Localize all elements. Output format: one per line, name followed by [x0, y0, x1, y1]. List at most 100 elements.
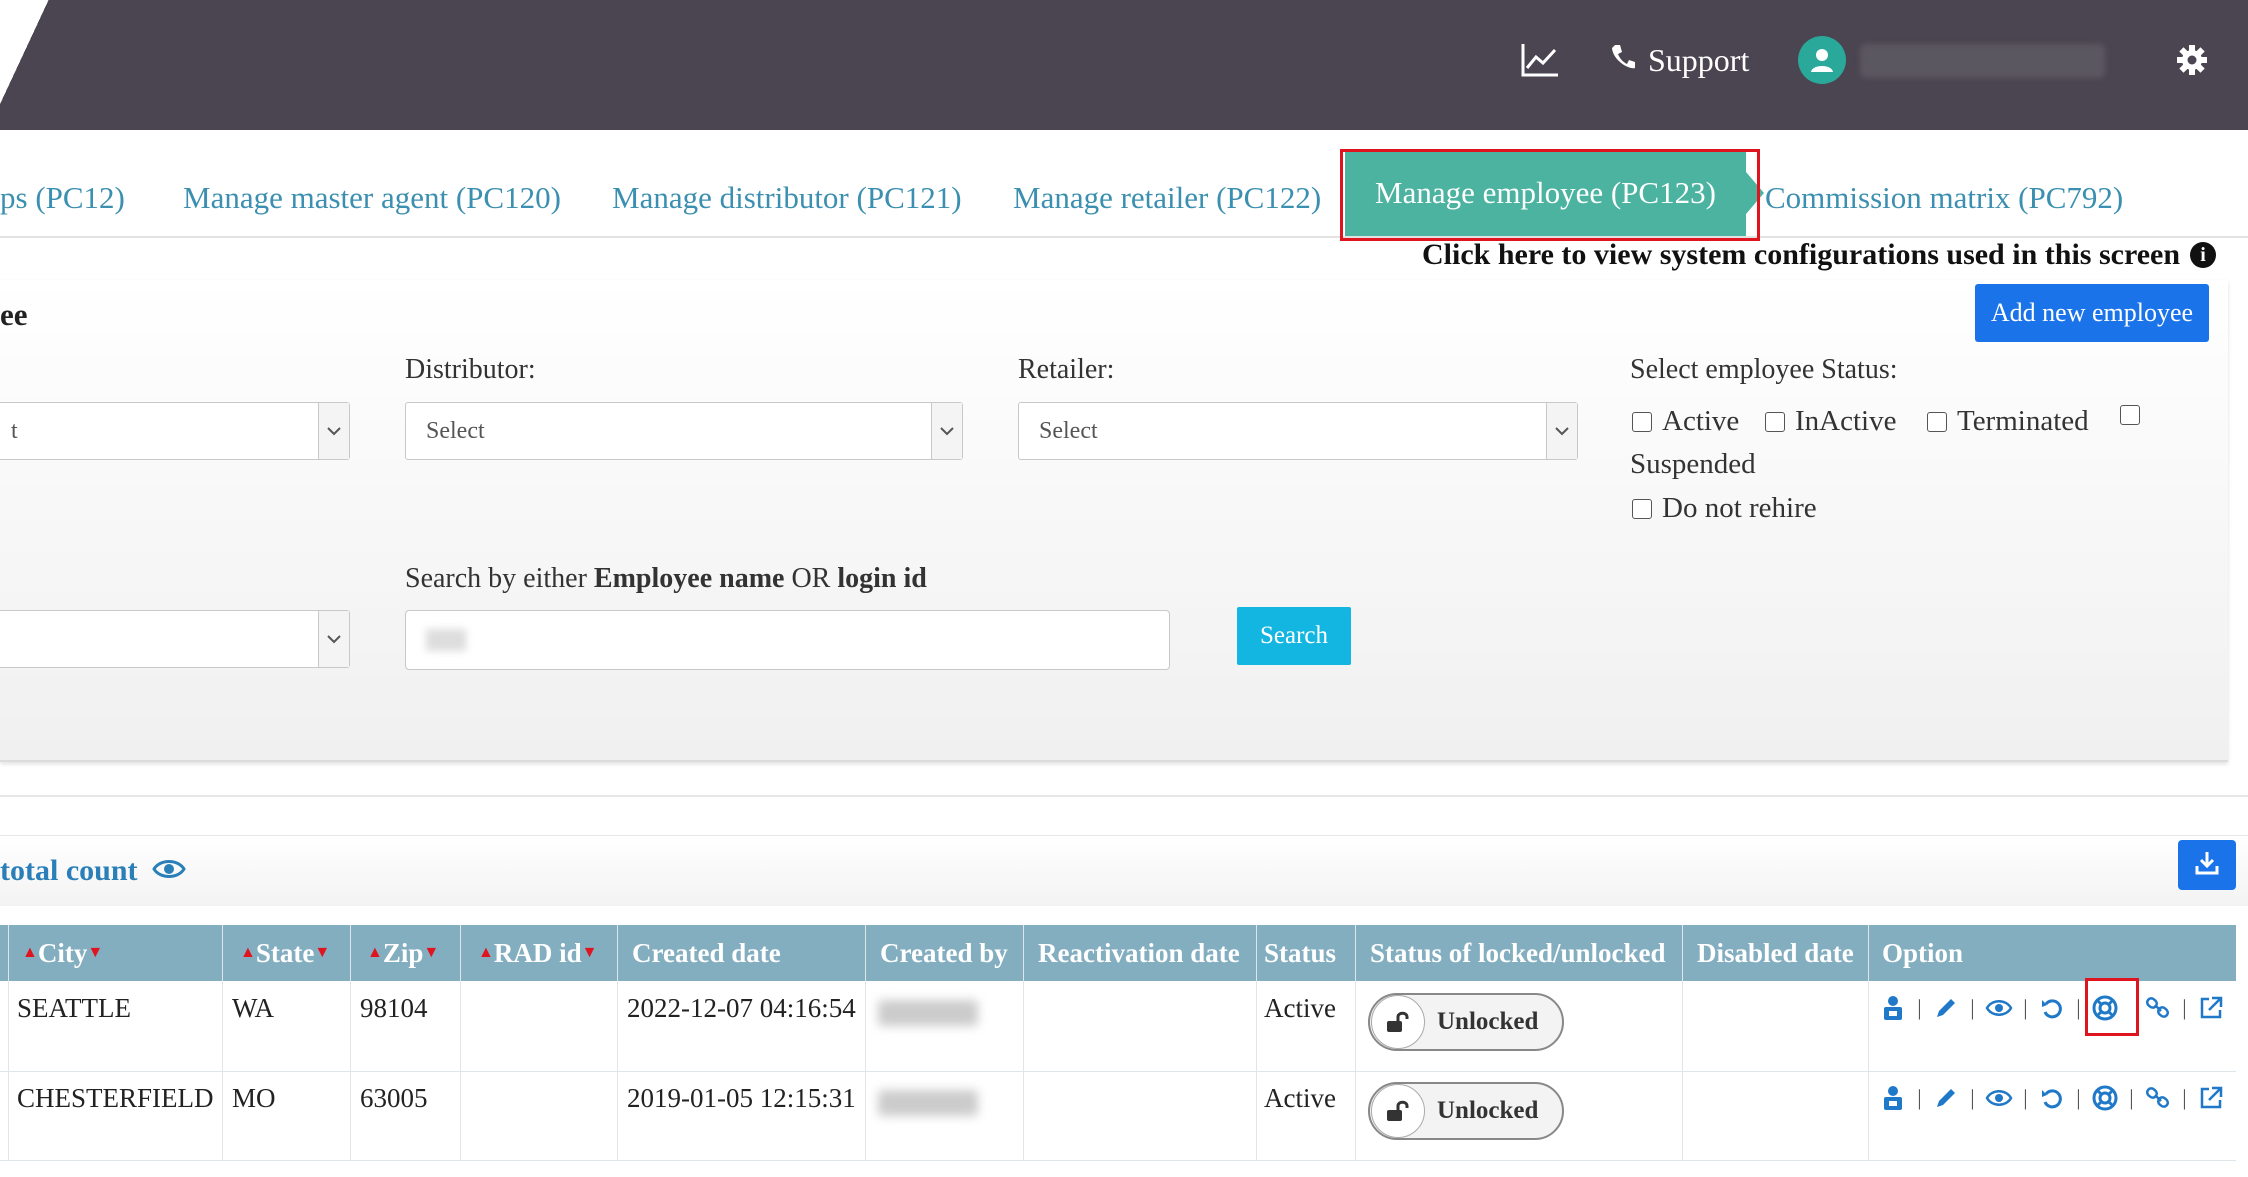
search-input-redacted	[426, 629, 466, 651]
employee-search-input[interactable]	[405, 610, 1170, 670]
row-options: | | | | |	[1876, 991, 2228, 1025]
tab-pc12[interactable]: ps (PC12)	[0, 180, 125, 216]
master-agent-select-value: t	[11, 417, 18, 444]
checkbox[interactable]	[1632, 411, 1652, 432]
lock-status-label: Unlocked	[1437, 1008, 1539, 1035]
rad-id-header-label: RAD id	[493, 937, 582, 968]
column-divider	[865, 925, 866, 1160]
column-header-lock-status[interactable]: Status of locked/unlocked	[1370, 925, 1666, 981]
link-icon[interactable]	[2141, 1081, 2175, 1115]
reset-undo-icon[interactable]	[2035, 1081, 2069, 1115]
column-header-disabled-date[interactable]: Disabled date	[1697, 925, 1854, 981]
column-header-city[interactable]: ▲ City ▼	[22, 925, 103, 981]
cell-status: Active	[1264, 993, 1336, 1023]
search-label-or: OR	[784, 563, 838, 594]
cell-created-date: 2019-01-05 12:15:31	[627, 1083, 856, 1113]
system-config-text: Click here to view system configurations…	[1422, 238, 2181, 271]
column-divider	[1868, 925, 1869, 1160]
checkbox[interactable]	[1927, 411, 1947, 432]
results-bar	[0, 835, 2248, 906]
chevron-down-icon	[318, 403, 349, 459]
eye-icon[interactable]	[1982, 991, 2016, 1025]
lock-toggle[interactable]: Unlocked	[1368, 1082, 1564, 1140]
distributor-label: Distributor:	[405, 354, 536, 385]
user-lock-icon[interactable]	[1876, 991, 1910, 1025]
eye-icon[interactable]	[1982, 1081, 2016, 1115]
status-inactive-checkbox[interactable]: InActive	[1765, 405, 1896, 438]
panel-title: ee	[0, 297, 28, 332]
cell-state: MO	[232, 1083, 276, 1113]
column-divider	[617, 925, 618, 1160]
eye-icon[interactable]	[151, 854, 186, 888]
column-header-status[interactable]: Status	[1264, 925, 1336, 981]
row-divider	[0, 1071, 2236, 1072]
user-name-redacted[interactable]	[1860, 44, 2105, 78]
download-icon	[2195, 850, 2219, 881]
total-count: total count	[0, 854, 186, 888]
info-icon: i	[2190, 242, 2217, 268]
tab-manage-distributor[interactable]: Manage distributor (PC121)	[612, 180, 962, 216]
column-header-reactivation-date[interactable]: Reactivation date	[1038, 925, 1240, 981]
gear-icon[interactable]	[2176, 42, 2212, 78]
analytics-chart-icon[interactable]	[1520, 42, 1560, 78]
retailer-select[interactable]: Select	[1018, 402, 1578, 460]
external-link-icon[interactable]	[2194, 991, 2228, 1025]
checkbox[interactable]	[1632, 498, 1652, 519]
distributor-select-value: Select	[426, 417, 485, 444]
chevron-down-icon	[931, 403, 962, 459]
edit-pencil-icon[interactable]	[1929, 991, 1963, 1025]
active-tab-highlight	[1340, 149, 1760, 241]
download-button[interactable]	[2178, 840, 2236, 890]
cell-created-date: 2022-12-07 04:16:54	[627, 993, 856, 1023]
tab-manage-master-agent[interactable]: Manage master agent (PC120)	[183, 180, 561, 216]
status-terminated-checkbox[interactable]: Terminated	[1927, 405, 2089, 438]
secondary-select[interactable]	[0, 610, 350, 668]
column-header-option: Option	[1882, 937, 1964, 968]
add-new-employee-button[interactable]: Add new employee	[1975, 284, 2209, 342]
tab-commission-matrix[interactable]: Commission matrix (PC792)	[1765, 180, 2123, 216]
distributor-select[interactable]: Select	[405, 402, 963, 460]
column-header-created-date[interactable]: Created date	[632, 925, 781, 981]
status-suspended-checkbox[interactable]	[2120, 405, 2140, 425]
status-suspended-label: Suspended	[1630, 448, 1756, 481]
column-divider	[1023, 925, 1024, 1160]
reset-undo-icon[interactable]	[2035, 991, 2069, 1025]
lock-toggle[interactable]: Unlocked	[1368, 993, 1564, 1051]
search-label-login: login id	[837, 563, 927, 594]
user-avatar-icon[interactable]	[1798, 36, 1846, 84]
divider	[0, 795, 2248, 797]
status-do-not-rehire-checkbox[interactable]: Do not rehire	[1632, 492, 1817, 525]
status-active-label: Active	[1662, 405, 1740, 437]
cell-status: Active	[1264, 1083, 1336, 1113]
column-header-rad-id[interactable]: ▲ RAD id ▼	[478, 925, 597, 981]
total-count-label: total count	[0, 854, 138, 887]
column-header-zip[interactable]: ▲ Zip ▼	[367, 925, 439, 981]
status-active-checkbox[interactable]: Active	[1632, 405, 1739, 438]
edit-pencil-icon[interactable]	[1929, 1081, 1963, 1115]
user-lock-icon[interactable]	[1876, 1081, 1910, 1115]
checkbox[interactable]	[2120, 405, 2140, 425]
external-link-icon[interactable]	[2194, 1081, 2228, 1115]
retailer-label: Retailer:	[1018, 354, 1115, 385]
column-header-created-by[interactable]: Created by	[880, 925, 1008, 981]
status-do-not-rehire-label: Do not rehire	[1662, 492, 1817, 524]
support-link[interactable]: Support	[1610, 38, 1749, 82]
cell-zip: 98104	[360, 993, 428, 1023]
life-ring-support-icon[interactable]	[2088, 1081, 2122, 1115]
support-label: Support	[1648, 41, 1750, 78]
retailer-select-value: Select	[1039, 417, 1098, 444]
search-label: Search by either Employee name OR login …	[405, 563, 927, 595]
link-icon[interactable]	[2141, 991, 2175, 1025]
master-agent-select[interactable]: t	[0, 402, 350, 460]
state-header-label: State	[255, 937, 315, 968]
checkbox[interactable]	[1765, 411, 1785, 432]
chevron-down-icon	[1546, 403, 1577, 459]
option-highlight	[2085, 978, 2139, 1036]
tab-manage-retailer[interactable]: Manage retailer (PC122)	[1013, 180, 1321, 216]
search-button[interactable]: Search	[1237, 607, 1351, 665]
system-config-link[interactable]: Click here to view system configurations…	[1422, 238, 2217, 272]
city-header-label: City	[37, 937, 88, 968]
unlock-icon	[1371, 995, 1425, 1049]
column-header-state[interactable]: ▲ State ▼	[240, 925, 330, 981]
status-terminated-label: Terminated	[1957, 405, 2089, 437]
